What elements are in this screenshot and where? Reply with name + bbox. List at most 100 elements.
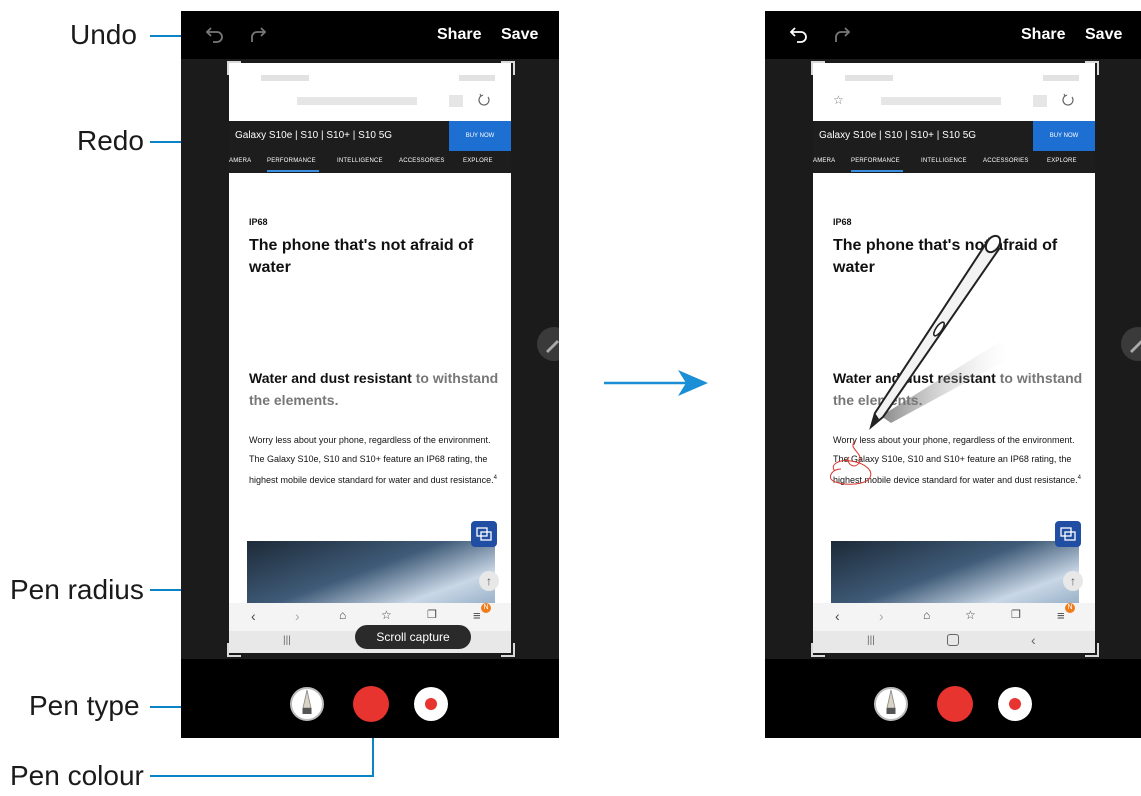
refresh-icon[interactable]	[1061, 93, 1075, 107]
pen-toolbar	[181, 659, 559, 738]
crop-corner-br[interactable]	[1085, 643, 1099, 657]
pen-radius-dot	[425, 698, 437, 710]
nav-performance[interactable]: PERFORMANCE	[851, 158, 900, 164]
pen-colour-button[interactable]	[353, 686, 389, 722]
browser-url-row: ☆	[813, 63, 1095, 123]
forward-icon[interactable]: ›	[879, 608, 884, 624]
phone-screen-before: Share Save Galaxy S10e | S10 | S10+ | S1…	[181, 11, 559, 738]
back-icon[interactable]: ‹	[835, 608, 840, 624]
crop-corner-bl[interactable]	[227, 643, 241, 657]
callout-pen-radius: Pen radius	[10, 574, 144, 605]
nav-accessories[interactable]: ACCESSORIES	[399, 158, 445, 164]
nav-camera[interactable]: AMERA	[229, 158, 251, 164]
save-button[interactable]: Save	[501, 26, 538, 44]
tab-count-icon[interactable]	[1033, 95, 1047, 107]
home-button-icon[interactable]	[947, 634, 959, 646]
footnote-marker: 4	[1077, 475, 1081, 481]
nav-explore[interactable]: EXPLORE	[1047, 158, 1077, 164]
undo-icon[interactable]	[787, 24, 809, 46]
address-bar[interactable]	[297, 97, 417, 105]
chat-icon	[476, 527, 492, 541]
scroll-top-icon: ↑	[1070, 574, 1076, 588]
menu-icon[interactable]: ≡	[1057, 608, 1065, 623]
tabs-icon[interactable]: ❐	[1011, 608, 1021, 621]
scroll-top-button[interactable]: ↑	[479, 571, 499, 591]
bookmark-icon[interactable]: ☆	[381, 608, 392, 622]
recents-icon[interactable]: |||	[867, 635, 875, 646]
pen-radius-dot	[1009, 698, 1021, 710]
s-pen-icon	[869, 234, 1009, 430]
product-banner: Galaxy S10e | S10 | S10+ | S10 5G BUY NO…	[229, 121, 511, 151]
nav-intelligence[interactable]: INTELLIGENCE	[921, 158, 967, 164]
home-icon[interactable]: ⌂	[923, 608, 930, 622]
url-placeholder-bar	[261, 75, 309, 81]
undo-icon[interactable]	[203, 24, 225, 46]
callout-pen-type: Pen type	[29, 690, 140, 721]
back-button-icon[interactable]: ‹	[1031, 632, 1036, 648]
redo-icon[interactable]	[247, 24, 269, 46]
scroll-top-button[interactable]: ↑	[1063, 571, 1083, 591]
crop-corner-bl[interactable]	[811, 643, 825, 657]
captured-webpage[interactable]: Galaxy S10e | S10 | S10+ | S10 5G BUY NO…	[229, 63, 511, 653]
tab-count-icon[interactable]	[449, 95, 463, 107]
product-nav: AMERA PERFORMANCE INTELLIGENCE ACCESSORI…	[229, 151, 511, 173]
crop-corner-tl[interactable]	[227, 61, 241, 75]
crop-corner-br[interactable]	[501, 643, 515, 657]
refresh-icon[interactable]	[477, 93, 491, 107]
subheadline: Water and dust resistant to withstand th…	[249, 367, 499, 411]
scroll-capture-button[interactable]: Scroll capture	[355, 625, 471, 649]
home-icon[interactable]: ⌂	[339, 608, 346, 622]
pen-type-icon	[886, 689, 896, 714]
arrow-right-icon	[604, 370, 708, 396]
handwritten-annotation	[830, 440, 872, 485]
buy-now-button[interactable]: BUY NOW	[1033, 121, 1095, 151]
recents-icon[interactable]: |||	[283, 635, 291, 646]
address-bar[interactable]	[881, 97, 1001, 105]
redo-icon[interactable]	[831, 24, 853, 46]
bookmark-icon[interactable]: ☆	[965, 608, 976, 622]
pen-colour-button[interactable]	[937, 686, 973, 722]
edit-pencil-button[interactable]	[1121, 327, 1141, 361]
url-placeholder-bar	[1043, 75, 1079, 81]
tag-label: IP68	[249, 217, 268, 227]
menu-icon[interactable]: ≡	[473, 608, 481, 623]
nav-active-indicator	[851, 170, 903, 172]
subhead-bold: Water and dust resistant	[249, 370, 412, 386]
back-icon[interactable]: ‹	[251, 608, 256, 624]
product-banner: Galaxy S10e | S10 | S10+ | S10 5G BUY NO…	[813, 121, 1095, 151]
callout-undo: Undo	[70, 19, 137, 50]
pen-radius-button[interactable]	[414, 687, 448, 721]
pen-radius-button[interactable]	[998, 687, 1032, 721]
scroll-top-icon: ↑	[486, 574, 492, 588]
notification-badge: N	[1065, 603, 1075, 613]
nav-active-indicator	[267, 170, 319, 172]
nav-accessories[interactable]: ACCESSORIES	[983, 158, 1029, 164]
body-text: Worry less about your phone, regardless …	[249, 431, 499, 490]
edit-pencil-button[interactable]	[537, 327, 559, 361]
star-icon[interactable]: ☆	[833, 93, 844, 107]
crop-corner-tr[interactable]	[1085, 61, 1099, 75]
pen-type-button[interactable]	[874, 687, 908, 721]
edit-pencil-icon	[1130, 340, 1141, 353]
nav-intelligence[interactable]: INTELLIGENCE	[337, 158, 383, 164]
pen-type-button[interactable]	[290, 687, 324, 721]
share-button[interactable]: Share	[1021, 26, 1065, 44]
chat-button[interactable]	[1055, 521, 1081, 547]
save-button[interactable]: Save	[1085, 26, 1122, 44]
nav-explore[interactable]: EXPLORE	[463, 158, 493, 164]
buy-now-button[interactable]: BUY NOW	[449, 121, 511, 151]
banner-title: Galaxy S10e | S10 | S10+ | S10 5G	[819, 130, 977, 141]
product-photo	[247, 541, 495, 611]
crop-corner-tr[interactable]	[501, 61, 515, 75]
nav-camera[interactable]: AMERA	[813, 158, 835, 164]
notification-badge: N	[481, 603, 491, 613]
tabs-icon[interactable]: ❐	[427, 608, 437, 621]
share-button[interactable]: Share	[437, 26, 481, 44]
url-placeholder-bar	[845, 75, 893, 81]
crop-corner-tl[interactable]	[811, 61, 825, 75]
edit-pencil-icon	[546, 340, 559, 353]
chat-button[interactable]	[471, 521, 497, 547]
url-placeholder-bar	[459, 75, 495, 81]
forward-icon[interactable]: ›	[295, 608, 300, 624]
nav-performance[interactable]: PERFORMANCE	[267, 158, 316, 164]
